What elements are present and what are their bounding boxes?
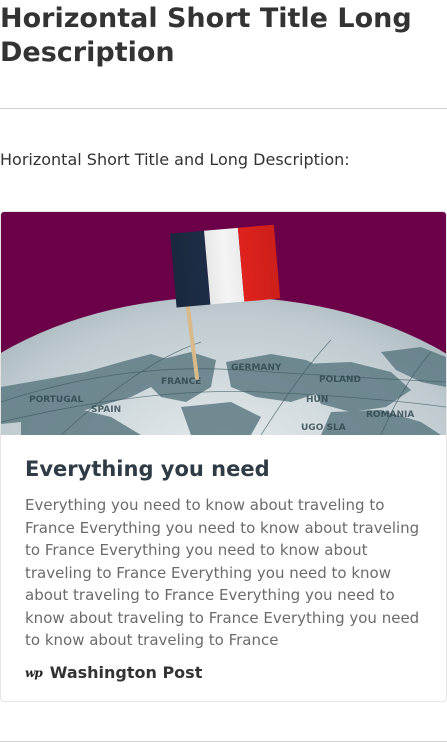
section-label: Horizontal Short Title and Long Descript… [0,150,350,169]
card-source: wp Washington Post [25,663,202,682]
bottom-divider [0,741,447,742]
map-label: SPAIN [91,405,121,415]
map-label: UGO SLA [301,423,346,433]
washington-post-logo-icon: wp [25,665,43,680]
map-label: HUN [306,395,328,405]
top-divider [0,108,447,109]
article-card[interactable]: GERMANY POLAND FRANCE SPAIN ROMANIA PORT… [0,211,447,702]
page-title: Horizontal Short Title Long Description [0,3,412,68]
source-name: Washington Post [49,663,203,682]
map-label: GERMANY [231,363,282,373]
map-label: PORTUGAL [29,395,84,405]
map-label: ROMANIA [366,410,414,420]
card-description: Everything you need to know about travel… [25,496,420,649]
map-label: POLAND [319,375,361,385]
card-title[interactable]: Everything you need [25,455,270,483]
card-image: GERMANY POLAND FRANCE SPAIN ROMANIA PORT… [1,212,446,435]
